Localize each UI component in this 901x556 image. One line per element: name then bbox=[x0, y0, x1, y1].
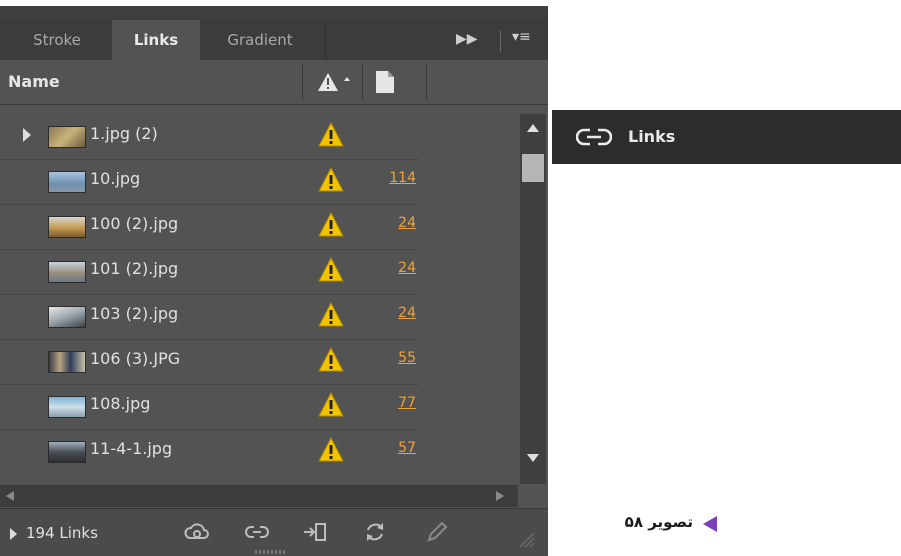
column-divider bbox=[302, 64, 303, 100]
thumbnail bbox=[48, 306, 86, 328]
thumbnail bbox=[48, 351, 86, 373]
warning-icon[interactable] bbox=[318, 347, 344, 373]
warning-icon[interactable] bbox=[318, 212, 344, 238]
list-item[interactable]: 106 (3).JPG 55 bbox=[0, 339, 418, 385]
relink-icon[interactable] bbox=[244, 519, 270, 545]
column-divider bbox=[426, 64, 427, 100]
thumbnail bbox=[48, 441, 86, 463]
warning-icon[interactable] bbox=[318, 257, 344, 283]
list-item[interactable]: 100 (2).jpg 24 bbox=[0, 204, 418, 250]
thumbnail bbox=[48, 171, 86, 193]
panel-resize-handle[interactable] bbox=[255, 550, 285, 554]
cloud-icon[interactable] bbox=[184, 519, 210, 545]
list-item[interactable]: 10.jpg 114 bbox=[0, 159, 418, 205]
page-link[interactable]: 24 bbox=[370, 305, 416, 321]
warning-icon[interactable] bbox=[318, 122, 344, 148]
expand-triangle-icon[interactable] bbox=[23, 128, 31, 142]
vertical-scroll-thumb[interactable] bbox=[522, 154, 544, 182]
page-column-icon[interactable] bbox=[376, 71, 394, 93]
links-flyout-button[interactable]: Links bbox=[552, 110, 901, 164]
thumbnail bbox=[48, 126, 86, 148]
page-link[interactable]: 24 bbox=[370, 215, 416, 231]
flyout-label: Links bbox=[628, 127, 676, 146]
page-link[interactable]: 77 bbox=[370, 395, 416, 411]
link-name: 108.jpg bbox=[90, 394, 151, 413]
link-name: 100 (2).jpg bbox=[90, 214, 179, 233]
expand-panels-icon[interactable]: ▶▶ bbox=[456, 31, 478, 47]
page-link[interactable]: 24 bbox=[370, 260, 416, 276]
link-name: 10.jpg bbox=[90, 169, 141, 188]
expand-triangle-icon[interactable] bbox=[10, 528, 17, 540]
thumbnail bbox=[48, 396, 86, 418]
thumbnail bbox=[48, 261, 86, 283]
links-panel: Stroke Links Gradient ▶▶ ▾≡ Name 1.jpg (… bbox=[0, 6, 548, 556]
link-name: 106 (3).JPG bbox=[90, 349, 181, 368]
list-item[interactable]: 101 (2).jpg 24 bbox=[0, 249, 418, 295]
goto-link-icon[interactable] bbox=[302, 519, 328, 545]
thumbnail bbox=[48, 216, 86, 238]
warning-icon[interactable] bbox=[318, 167, 344, 193]
panel-menu-icon[interactable]: ▾≡ bbox=[512, 29, 531, 45]
column-header: Name bbox=[0, 60, 548, 105]
status-column-icon[interactable] bbox=[318, 72, 354, 92]
tab-gradient[interactable]: Gradient bbox=[205, 20, 315, 60]
panel-tab-bar: Stroke Links Gradient ▶▶ ▾≡ bbox=[0, 18, 548, 60]
figure-caption: تصویر ۵۸ bbox=[597, 510, 717, 536]
link-name: 103 (2).jpg bbox=[90, 304, 179, 323]
list-item[interactable]: 108.jpg 77 bbox=[0, 384, 418, 430]
panel-footer: 194 Links bbox=[0, 508, 548, 556]
link-icon bbox=[576, 128, 612, 146]
tab-stroke[interactable]: Stroke bbox=[12, 20, 102, 60]
link-count: 194 Links bbox=[26, 524, 98, 542]
page-link[interactable]: 114 bbox=[370, 170, 416, 186]
tab-separator bbox=[325, 26, 326, 60]
menu-separator bbox=[500, 30, 501, 52]
column-name-label[interactable]: Name bbox=[8, 72, 60, 91]
caption-arrow-icon bbox=[703, 516, 717, 532]
link-name: 101 (2).jpg bbox=[90, 259, 179, 278]
scroll-up-icon[interactable] bbox=[527, 124, 539, 132]
edit-original-icon[interactable] bbox=[424, 519, 450, 545]
scroll-left-icon[interactable] bbox=[6, 491, 14, 501]
list-item[interactable]: 103 (2).jpg 24 bbox=[0, 294, 418, 340]
links-list: 1.jpg (2) 10.jpg 114 100 (2).jpg 24 101 … bbox=[0, 114, 518, 478]
column-divider bbox=[362, 64, 363, 100]
page-link[interactable]: 57 bbox=[370, 440, 416, 456]
scroll-down-icon[interactable] bbox=[527, 454, 539, 462]
caption-text: تصویر ۵۸ bbox=[624, 513, 693, 531]
update-icon[interactable] bbox=[362, 519, 388, 545]
warning-icon[interactable] bbox=[318, 392, 344, 418]
list-item[interactable]: 1.jpg (2) bbox=[0, 114, 418, 160]
link-name: 1.jpg (2) bbox=[90, 124, 158, 143]
warning-icon[interactable] bbox=[318, 437, 344, 463]
tab-links[interactable]: Links bbox=[112, 20, 200, 60]
horizontal-scrollbar[interactable] bbox=[0, 485, 518, 507]
list-item[interactable]: 11-4-1.jpg 57 bbox=[0, 429, 418, 474]
link-name: 11-4-1.jpg bbox=[90, 439, 173, 458]
warning-icon[interactable] bbox=[318, 302, 344, 328]
scroll-right-icon[interactable] bbox=[496, 491, 504, 501]
resize-grip-icon[interactable] bbox=[516, 529, 536, 549]
page-link[interactable]: 55 bbox=[370, 350, 416, 366]
panel-title-bar[interactable] bbox=[0, 6, 548, 18]
